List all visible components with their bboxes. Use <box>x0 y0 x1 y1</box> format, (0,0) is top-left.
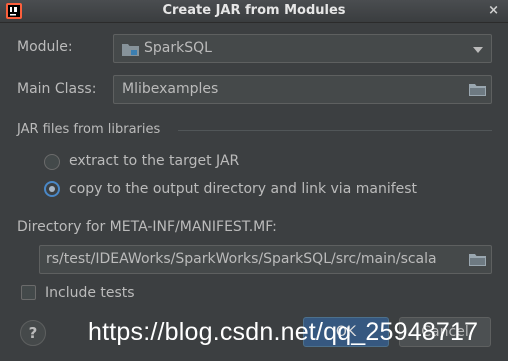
section-separator <box>178 130 492 131</box>
manifest-dir-value: rs/test/IDEAWorks/SparkWorks/SparkSQL/sr… <box>46 251 437 267</box>
folder-icon[interactable] <box>469 253 486 266</box>
combo-arrow-icon[interactable] <box>473 47 483 53</box>
copy-option-label[interactable]: copy to the output directory and link vi… <box>69 181 417 197</box>
folder-icon[interactable] <box>469 83 486 96</box>
copy-radio[interactable] <box>44 181 60 197</box>
module-value: SparkSQL <box>144 40 212 56</box>
title-bar: Create JAR from Modules × <box>0 0 508 23</box>
module-combobox[interactable]: SparkSQL <box>113 34 492 63</box>
extract-radio[interactable] <box>44 154 60 170</box>
help-icon[interactable]: ? <box>20 320 46 346</box>
libraries-section-title: JAR files from libraries <box>17 122 161 137</box>
extract-option-label[interactable]: extract to the target JAR <box>69 153 239 169</box>
dialog-title: Create JAR from Modules <box>162 3 346 18</box>
watermark: https://blog.csdn.net/qq_25948717 <box>88 318 479 346</box>
manifest-dir-label: Directory for META-INF/MANIFEST.MF: <box>17 219 277 235</box>
manifest-dir-field[interactable]: rs/test/IDEAWorks/SparkWorks/SparkSQL/sr… <box>39 245 492 274</box>
main-class-label: Main Class: <box>17 81 97 97</box>
module-label: Module: <box>17 39 73 55</box>
close-icon[interactable]: × <box>488 3 499 18</box>
main-class-field[interactable]: Mlibexamples <box>113 75 492 104</box>
main-class-value: Mlibexamples <box>122 81 219 97</box>
include-tests-checkbox[interactable] <box>21 285 36 300</box>
module-folder-icon <box>122 44 139 56</box>
include-tests-label[interactable]: Include tests <box>45 285 135 301</box>
